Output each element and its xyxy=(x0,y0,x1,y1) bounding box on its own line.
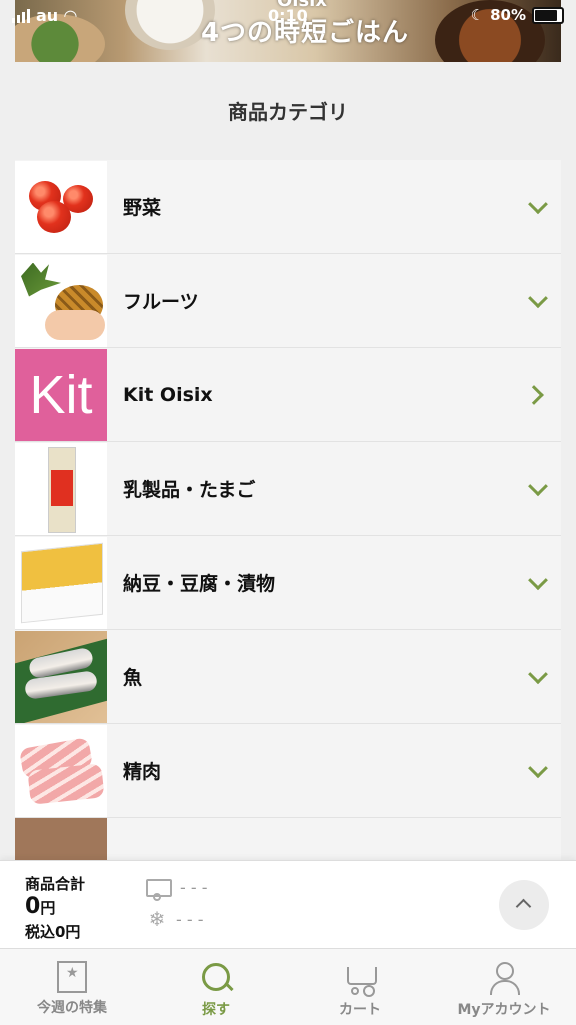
scroll-top-button[interactable] xyxy=(499,880,549,930)
clock: 0:10 xyxy=(268,6,308,25)
category-row-dairy-eggs[interactable]: 乳製品・たまご xyxy=(15,442,561,536)
category-row-kit-oisix[interactable]: Kit Kit Oisix xyxy=(15,348,561,442)
tab-label: カート xyxy=(339,1002,381,1018)
delivery-normal: - - - xyxy=(146,878,208,901)
tomato-image xyxy=(15,160,107,253)
category-row-vegetables[interactable]: 野菜 xyxy=(15,160,561,254)
kit-logo: Kit xyxy=(15,348,107,441)
category-label: 魚 xyxy=(123,667,143,689)
tab-label: Myアカウント xyxy=(457,1002,551,1018)
battery-icon xyxy=(532,6,564,24)
status-bar: au ◠ 0:10 ☾ 80% xyxy=(0,0,576,32)
tab-label: 探す xyxy=(202,1002,230,1018)
total-amount: 0円 xyxy=(25,894,55,919)
search-icon xyxy=(199,961,233,995)
tab-label: 今週の特集 xyxy=(37,1000,107,1016)
delivery-frozen: ❄ - - - xyxy=(146,907,204,931)
pineapple-image xyxy=(15,254,107,347)
truck-icon xyxy=(146,878,172,901)
meat-image xyxy=(15,724,107,817)
tax-included-total: 税込0円 xyxy=(25,923,81,941)
cart-icon xyxy=(343,961,377,995)
category-label: Kit Oisix xyxy=(123,383,213,406)
category-label: フルーツ xyxy=(123,291,199,313)
category-label: 精肉 xyxy=(123,761,162,783)
tab-cart[interactable]: カート xyxy=(288,949,432,1025)
wifi-icon: ◠ xyxy=(64,6,77,25)
category-row-fish[interactable]: 魚 xyxy=(15,630,561,724)
category-label: 野菜 xyxy=(123,197,162,219)
category-row-natto-tofu-pickles[interactable]: 納豆・豆腐・漬物 xyxy=(15,536,561,630)
tab-my-account[interactable]: Myアカウント xyxy=(432,949,576,1025)
delivery-normal-value: - - - xyxy=(180,878,208,897)
category-label: 乳製品・たまご xyxy=(123,479,256,501)
snowflake-icon: ❄ xyxy=(148,907,166,931)
cart-summary-bar: 商品合計 0円 税込0円 - - - ❄ - - - xyxy=(0,860,576,949)
signal-icon xyxy=(12,8,30,23)
section-heading: 商品カテゴリ xyxy=(228,100,348,124)
star-icon xyxy=(57,961,87,993)
delivery-frozen-value: - - - xyxy=(176,909,204,929)
moon-icon: ☾ xyxy=(470,6,485,24)
natto-image xyxy=(15,536,107,629)
milk-carton-image xyxy=(15,442,107,535)
category-label: 納豆・豆腐・漬物 xyxy=(123,573,276,595)
tab-search[interactable]: 探す xyxy=(144,949,288,1025)
total-value: 0 xyxy=(25,894,41,919)
carrier-name: au xyxy=(36,6,59,25)
user-icon xyxy=(487,961,521,995)
category-row-fruits[interactable]: フルーツ xyxy=(15,254,561,348)
fish-image xyxy=(15,630,107,723)
category-row-meat[interactable]: 精肉 xyxy=(15,724,561,818)
battery-percent: 80% xyxy=(490,6,526,24)
tab-bar: 今週の特集 探す カート Myアカウント xyxy=(0,948,576,1025)
total-label: 商品合計 xyxy=(25,875,86,893)
tab-weekly-features[interactable]: 今週の特集 xyxy=(0,949,144,1025)
currency-unit: 円 xyxy=(40,899,56,917)
category-list: 野菜 フルーツ Kit Kit Oisix 乳製品・たまご 納豆・豆腐・漬物 魚 xyxy=(15,160,561,868)
